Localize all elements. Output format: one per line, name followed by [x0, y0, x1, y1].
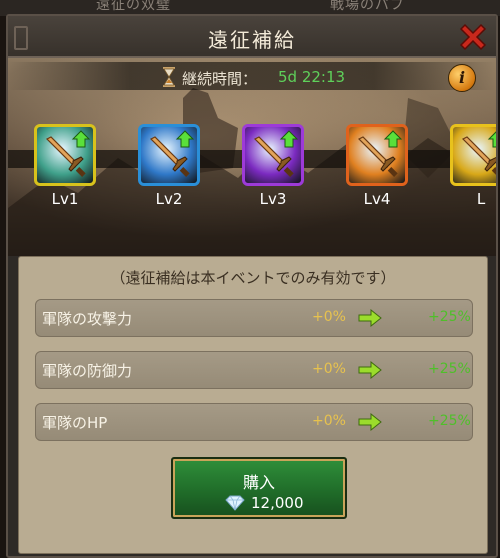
- level-label: Lv1: [51, 190, 79, 208]
- dialog-title: 遠征補給: [208, 28, 296, 52]
- title-bar: 遠征補給: [8, 16, 496, 58]
- stat-next-value: +25%: [428, 309, 471, 325]
- level-up-arrow-icon: [383, 130, 403, 148]
- stat-name: 軍隊の防御力: [42, 362, 133, 380]
- level-icon: [450, 124, 496, 186]
- stat-current-value: +0%: [312, 309, 346, 325]
- buy-button[interactable]: 購入 12,000: [171, 457, 347, 519]
- level-icon: [242, 124, 304, 186]
- timer-bar: 継続時間： 5d 22:13 i: [8, 62, 496, 92]
- arrow-right-icon: [358, 413, 382, 431]
- arrow-right-icon: [358, 309, 382, 327]
- background-tab-pub[interactable]: 戦場のパブ: [330, 0, 405, 14]
- expedition-supply-dialog: 遠征補給 継続時間： 5d 22:13 i Lv1 Lv2 Lv3 Lv4 L: [6, 14, 498, 558]
- battle-scene-banner: 継続時間： 5d 22:13 i Lv1 Lv2 Lv3 Lv4 L: [8, 58, 496, 256]
- timer-value: 5d 22:13: [278, 68, 346, 86]
- level-label: Lv4: [363, 190, 391, 208]
- level-up-arrow-icon: [175, 130, 195, 148]
- timer-label: 継続時間：: [182, 70, 258, 88]
- hourglass-icon: [163, 67, 175, 87]
- event-note: （遠征補給は本イベントでのみ有効です）: [110, 269, 396, 287]
- level-up-arrow-icon: [279, 130, 299, 148]
- level-up-arrow-icon: [71, 130, 91, 148]
- stat-current-value: +0%: [312, 361, 346, 377]
- stat-row-hp: 軍隊のHP +0% +25%: [35, 403, 473, 441]
- stat-next-value: +25%: [428, 361, 471, 377]
- level-icon: [346, 124, 408, 186]
- level-label: L: [476, 190, 486, 208]
- stat-row-defense: 軍隊の防御力 +0% +25%: [35, 351, 473, 389]
- close-icon: [459, 23, 487, 51]
- info-icon[interactable]: i: [448, 64, 476, 92]
- stat-current-value: +0%: [312, 413, 346, 429]
- arrow-right-icon: [358, 361, 382, 379]
- background-tab-twin[interactable]: 遠征の双璧: [96, 0, 171, 14]
- buy-price: 12,000: [251, 494, 304, 512]
- level-icon: [34, 124, 96, 186]
- level-icon: [138, 124, 200, 186]
- stats-panel: （遠征補給は本イベントでのみ有効です） 軍隊の攻撃力 +0% +25% 軍隊の防…: [18, 256, 488, 554]
- stat-name: 軍隊の攻撃力: [42, 310, 133, 328]
- close-button[interactable]: [456, 20, 490, 54]
- diamond-icon: [225, 495, 245, 511]
- buy-label: 購入: [242, 473, 275, 492]
- stat-name: 軍隊のHP: [42, 414, 108, 432]
- stat-next-value: +25%: [428, 413, 471, 429]
- level-label: Lv3: [259, 190, 287, 208]
- stat-row-attack: 軍隊の攻撃力 +0% +25%: [35, 299, 473, 337]
- level-up-arrow-icon: [487, 131, 496, 148]
- level-label: Lv2: [155, 190, 183, 208]
